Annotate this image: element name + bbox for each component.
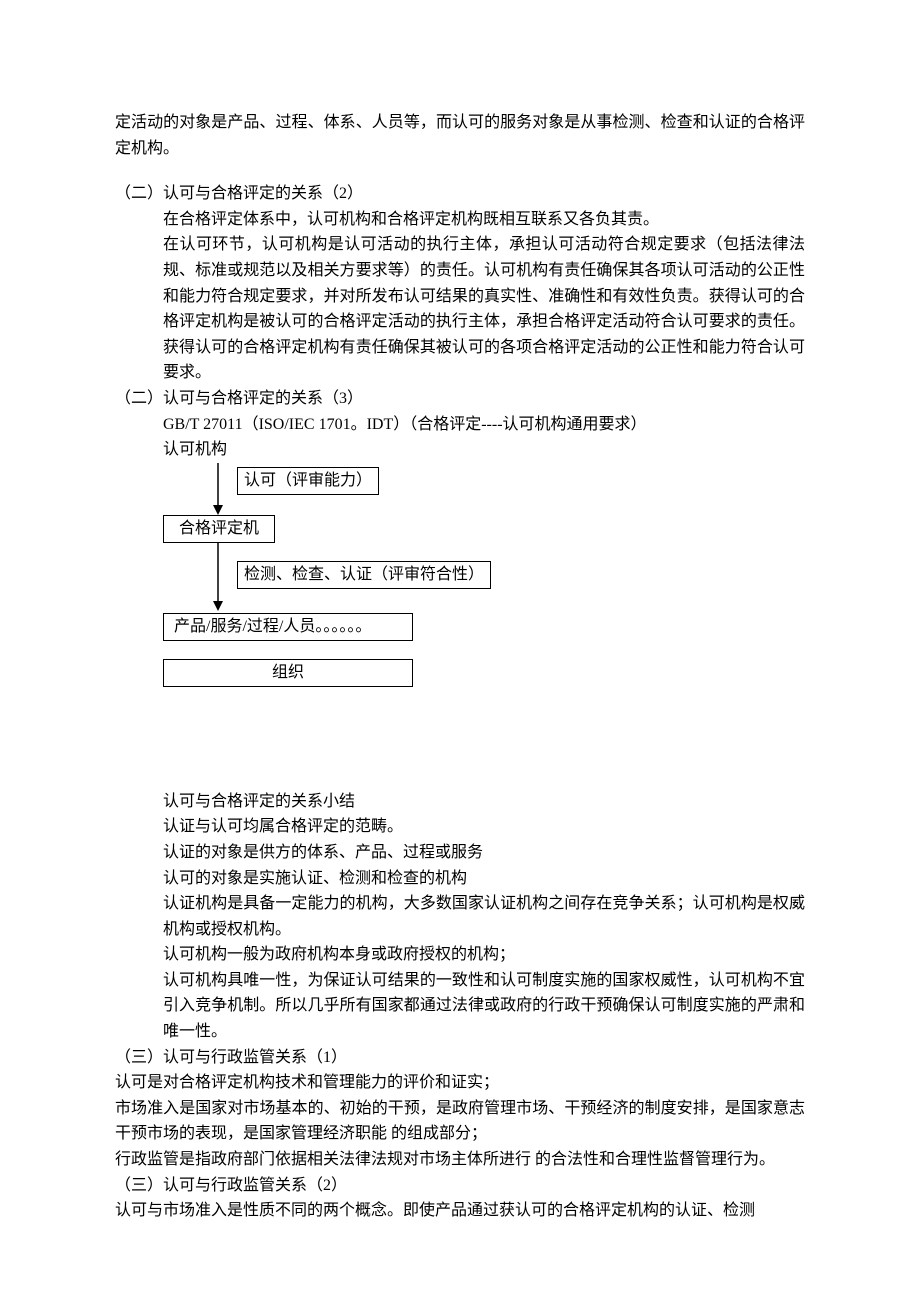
heading-section-2-3: （二）认可与合格评定的关系（3） [115, 386, 805, 412]
heading-section-3-1: （三）认可与行政监管关系（1） [115, 1045, 805, 1071]
diagram-top-label: 认可机构 [115, 437, 805, 463]
paragraph-standard-ref: GB/T 27011（ISO/IEC 1701。IDT）（合格评定----认可机… [115, 412, 805, 438]
summary-item: 认可机构具唯一性，为保证认可结果的一致性和认可制度实施的国家权威性，认可机构不宜… [115, 968, 805, 1045]
arrow-down-1-icon [211, 463, 225, 515]
arrow-down-2-icon [211, 543, 225, 611]
summary-heading: 认可与合格评定的关系小结 [115, 789, 805, 815]
paragraph: 认可是对合格评定机构技术和管理能力的评价和证实； [115, 1070, 805, 1096]
heading-section-2-2: （二）认可与合格评定的关系（2） [115, 181, 805, 207]
summary-item: 认证与认可均属合格评定的范畴。 [115, 814, 805, 840]
box-product-service: 产品/服务/过程/人员。。。。。。 [163, 613, 413, 641]
box-organization: 组织 [163, 659, 413, 687]
summary-item: 认可的对象是实施认证、检测和检查的机构 [115, 866, 805, 892]
box-accreditation: 认可（评审能力） [237, 467, 379, 495]
paragraph: 市场准入是国家对市场基本的、初始的干预，是政府管理市场、干预经济的制度安排，是国… [115, 1096, 805, 1147]
paragraph: 在合格评定体系中，认可机构和合格评定机构既相互联系又各负其责。 [115, 207, 805, 233]
summary-item: 认证机构是具备一定能力的机构，大多数国家认证机构之间存在竞争关系；认可机构是权威… [115, 891, 805, 942]
paragraph: 认可与市场准入是性质不同的两个概念。即使产品通过获认可的合格评定机构的认证、检测 [115, 1198, 805, 1224]
box-conformity-body: 合格评定机 [163, 515, 275, 543]
paragraph-continuation: 定活动的对象是产品、过程、体系、人员等，而认可的服务对象是从事检测、检查和认证的… [115, 110, 805, 161]
box-test-inspect-certify: 检测、检查、认证（评审符合性） [237, 561, 491, 589]
heading-section-3-2: （三）认可与行政监管关系（2） [115, 1173, 805, 1199]
summary-item: 认证的对象是供方的体系、产品、过程或服务 [115, 840, 805, 866]
summary-item: 认可机构一般为政府机构本身或政府授权的机构； [115, 942, 805, 968]
paragraph: 在认可环节，认可机构是认可活动的执行主体，承担认可活动符合规定要求（包括法律法规… [115, 232, 805, 386]
paragraph: 行政监管是指政府部门依据相关法律法规对市场主体所进行 的合法性和合理性监督管理行… [115, 1147, 805, 1173]
flow-diagram: 认可（评审能力） 合格评定机 检测、检查、认证（评审符合性） 产品/服务/过程/… [163, 463, 433, 729]
